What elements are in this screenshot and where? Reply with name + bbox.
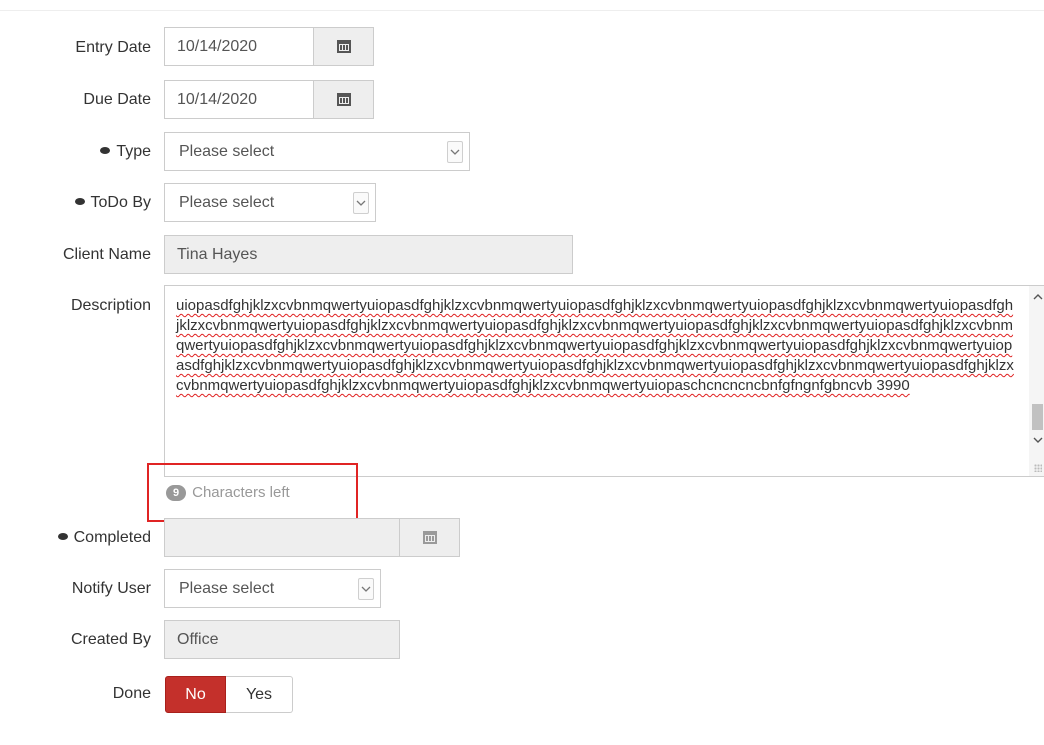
calendar-icon (336, 40, 351, 53)
highlight-annotation-box (147, 463, 358, 522)
chevron-down-icon[interactable] (1029, 431, 1044, 448)
client-name-input[interactable]: Tina Hayes (164, 235, 573, 274)
todo-by-select[interactable]: Please select (164, 183, 376, 222)
chevron-up-icon[interactable] (1029, 288, 1044, 305)
resize-grip-icon[interactable] (1034, 464, 1042, 472)
completed-calendar-button[interactable] (399, 518, 460, 557)
chevron-down-icon (447, 140, 463, 163)
eye-icon (57, 533, 68, 541)
done-label: Done (112, 685, 151, 702)
client-name-label: Client Name (62, 246, 151, 263)
description-scrollbar[interactable] (1029, 286, 1044, 476)
completed-label: Completed (1, 528, 151, 548)
type-label: Type (1, 142, 151, 162)
calendar-icon (422, 531, 437, 544)
eye-icon (100, 147, 111, 155)
chevron-down-icon (358, 577, 374, 600)
scrollbar-thumb[interactable] (1032, 404, 1043, 430)
entry-date-input[interactable]: 10/14/2020 (164, 27, 314, 66)
description-textarea[interactable]: uiopasdfghjklzxcvbnmqwertyuiopasdfghjklz… (164, 285, 1044, 477)
notify-user-select[interactable]: Please select (164, 569, 381, 608)
due-date-calendar-button[interactable] (313, 80, 374, 119)
todo-by-label: ToDo By (1, 193, 151, 213)
notify-user-label: Notify User (71, 580, 151, 597)
chevron-down-icon (353, 191, 369, 214)
entry-date-label: Entry Date (75, 39, 151, 56)
eye-icon (74, 198, 85, 206)
created-by-label: Created By (70, 631, 151, 648)
due-date-input[interactable]: 10/14/2020 (164, 80, 314, 119)
type-select[interactable]: Please select (164, 132, 470, 171)
done-no-button[interactable]: No (165, 676, 226, 713)
completed-input[interactable] (164, 518, 400, 557)
done-toggle[interactable]: No Yes (165, 676, 293, 713)
top-divider (0, 10, 1044, 11)
done-yes-button[interactable]: Yes (226, 676, 293, 713)
description-text: uiopasdfghjklzxcvbnmqwertyuiopasdfghjklz… (176, 297, 1014, 394)
entry-date-calendar-button[interactable] (313, 27, 374, 66)
created-by-input[interactable]: Office (164, 620, 400, 659)
calendar-icon (336, 93, 351, 106)
description-label: Description (70, 297, 151, 314)
due-date-label: Due Date (83, 91, 151, 108)
